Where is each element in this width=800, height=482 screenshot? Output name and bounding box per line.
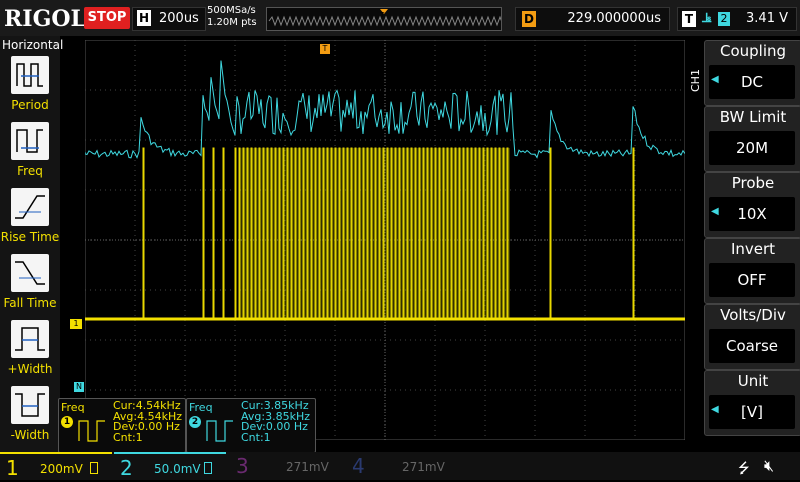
- freq-icon: [78, 420, 105, 442]
- trigger-badge: T: [682, 11, 696, 27]
- measurement-type: Freq: [189, 401, 213, 414]
- coupling-title: Coupling: [719, 42, 787, 60]
- measurement-freq-ch2[interactable]: Freq 2 Cur:3.85kHz Avg:3.85kHz Dev:0.00 …: [186, 398, 316, 453]
- horizontal-timebase[interactable]: H 200us: [132, 7, 206, 31]
- probe-softkey[interactable]: Probe 10X ◀: [704, 172, 800, 238]
- coupling-arrow-icon: ◀: [711, 74, 719, 85]
- measurement-channel-badge: 1: [61, 416, 73, 428]
- minus-width-icon: [11, 386, 49, 424]
- ch1-bw-icon: [90, 462, 98, 474]
- period-label: Period: [11, 98, 49, 112]
- measure-freq-button[interactable]: Freq: [0, 122, 60, 186]
- unit-title: Unit: [737, 372, 769, 390]
- unit-softkey[interactable]: Unit [V] ◀: [704, 370, 800, 436]
- measure-period-button[interactable]: Period: [0, 56, 60, 120]
- volts-div-title: Volts/Div: [720, 306, 786, 324]
- trigger-time-marker[interactable]: T: [320, 44, 330, 54]
- usb-icon: ⭍: [738, 461, 750, 477]
- freq-icon: [206, 420, 233, 442]
- ch2-status[interactable]: 2 50.0mV: [114, 452, 226, 482]
- measure-fall-time-button[interactable]: Fall Time: [0, 254, 60, 318]
- bw-limit-title: BW Limit: [719, 108, 787, 126]
- measurement-cnt: Cnt:1: [241, 430, 271, 444]
- horizontal-badge: H: [137, 10, 151, 26]
- trigger-readout[interactable]: T ⫡ 2 3.41 V: [677, 7, 797, 31]
- ch3-number: 3: [236, 454, 249, 478]
- measure-menu: Horizontal Period Freq Rise Time Fall Ti…: [0, 36, 64, 452]
- volts-div-value: Coarse: [709, 329, 795, 363]
- unit-arrow-icon: ◀: [711, 404, 719, 415]
- coupling-value: DC: [709, 65, 795, 99]
- probe-value: 10X: [709, 197, 795, 231]
- brand-logo: RIGOL: [4, 6, 86, 32]
- ch3-scale: 271mV: [286, 460, 329, 474]
- probe-title: Probe: [731, 174, 775, 192]
- ch3-status[interactable]: 3 271mV: [230, 452, 342, 480]
- measure-plus-width-button[interactable]: +Width: [0, 320, 60, 384]
- bw-limit-softkey[interactable]: BW Limit 20M: [704, 106, 800, 172]
- measure-rise-time-button[interactable]: Rise Time: [0, 188, 60, 252]
- memory-overview-wave: T: [268, 9, 516, 27]
- ch4-scale: 271mV: [402, 460, 445, 474]
- ch2-scale: 50.0mV: [154, 462, 201, 476]
- rise-time-icon: [11, 188, 49, 226]
- measure-menu-title: Horizontal: [2, 38, 64, 52]
- measurement-channel-badge: 2: [189, 416, 201, 428]
- mute-icon[interactable]: 🔇︎: [764, 456, 774, 476]
- plus-width-icon: [11, 320, 49, 358]
- ch1-status[interactable]: 1 200mV: [0, 452, 112, 482]
- ch1-scale: 200mV: [40, 462, 83, 476]
- measurement-freq-ch1[interactable]: Freq 1 Cur:4.54kHz Avg:4.54kHz Dev:0.00 …: [58, 398, 186, 453]
- volts-div-softkey[interactable]: Volts/Div Coarse: [704, 304, 800, 370]
- ch2-bw-icon: [204, 462, 212, 474]
- rise-time-label: Rise Time: [0, 230, 60, 244]
- run-stop-indicator[interactable]: STOP: [84, 7, 130, 29]
- timebase-value: 200us: [159, 11, 199, 26]
- delay-value: 229.000000us: [567, 11, 661, 26]
- invert-title: Invert: [730, 240, 776, 258]
- delay-badge: D: [522, 11, 536, 27]
- waveform-display[interactable]: [84, 39, 686, 441]
- minus-width-label: -Width: [10, 428, 50, 442]
- freq-icon: [11, 122, 49, 160]
- sample-rate: 500MSa/s: [207, 5, 256, 16]
- ch4-status[interactable]: 4 271mV: [346, 452, 458, 480]
- invert-softkey[interactable]: Invert OFF: [704, 238, 800, 304]
- memory-overview: T: [266, 7, 516, 31]
- channel-menu-label: CH1: [689, 69, 702, 92]
- period-icon: [11, 56, 49, 94]
- ch4-number: 4: [352, 454, 365, 478]
- fall-time-icon: [11, 254, 49, 292]
- freq-label: Freq: [17, 164, 43, 178]
- waveform-grid: [84, 39, 686, 441]
- ch1-ground-marker[interactable]: 1: [70, 319, 82, 329]
- ch1-number: 1: [6, 456, 19, 480]
- memory-depth: 1.20M pts: [207, 17, 257, 28]
- measurement-cnt: Cnt:1: [113, 430, 143, 444]
- ch2-ground-marker[interactable]: N: [74, 382, 84, 392]
- coupling-softkey[interactable]: Coupling DC ◀: [704, 40, 800, 106]
- sample-info: 500MSa/s 1.20M pts: [207, 5, 257, 29]
- bw-limit-value: 20M: [709, 131, 795, 165]
- delay-readout[interactable]: D 229.000000us: [515, 7, 670, 31]
- trigger-source: 2: [718, 12, 730, 26]
- trigger-level: 3.41 V: [746, 11, 788, 26]
- trigger-edge-icon: ⫡: [702, 10, 712, 26]
- measurement-type: Freq: [61, 401, 85, 414]
- ch2-number: 2: [120, 456, 133, 480]
- probe-arrow-icon: ◀: [711, 206, 719, 217]
- invert-value: OFF: [709, 263, 795, 297]
- measure-minus-width-button[interactable]: -Width: [0, 386, 60, 450]
- unit-value: [V]: [709, 395, 795, 429]
- plus-width-label: +Width: [7, 362, 53, 376]
- fall-time-label: Fall Time: [3, 296, 57, 310]
- svg-text:T: T: [379, 11, 385, 19]
